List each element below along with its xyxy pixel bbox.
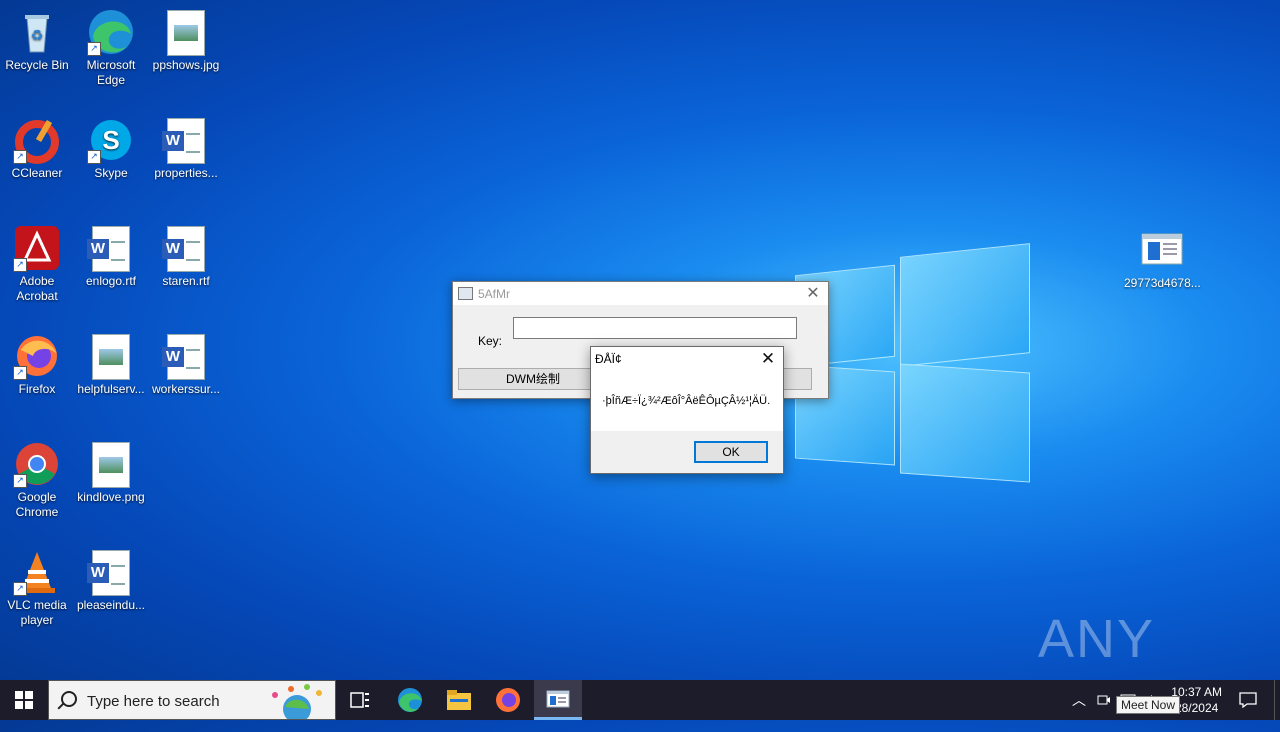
desktop-icon-label: kindlove.png <box>77 490 145 504</box>
ccleaner-icon: ↗ <box>13 116 61 164</box>
meet-now-tooltip: Meet Now <box>1116 696 1181 714</box>
firefox-icon <box>496 688 520 712</box>
task-view-button[interactable] <box>338 680 382 720</box>
meet-now-icon[interactable] <box>1094 680 1114 720</box>
desktop-icon-label: Recycle Bin <box>5 58 69 72</box>
taskbar-file-explorer-button[interactable] <box>437 680 481 720</box>
desktop-icon-label: Microsoft Edge <box>86 58 136 87</box>
image-file-icon <box>167 10 205 56</box>
desktop-icon-workerssur[interactable]: W workerssur... <box>149 332 223 397</box>
desktop-icon-ppshows[interactable]: ppshows.jpg <box>149 8 223 73</box>
task-view-icon <box>350 692 369 708</box>
desktop-icon-vlc[interactable]: ↗ VLC media player <box>0 548 74 628</box>
desktop-icon-properties[interactable]: W properties... <box>149 116 223 181</box>
edge-icon: ↗ <box>87 8 135 56</box>
app-window-icon <box>458 287 473 300</box>
image-file-icon <box>92 334 130 380</box>
desktop-icon-firefox[interactable]: ↗ Firefox <box>0 332 74 397</box>
exe-file-icon <box>1138 226 1186 274</box>
windows-start-icon <box>15 691 33 709</box>
desktop-icon-label: VLC media player <box>7 598 67 627</box>
desktop-icon-label: CCleaner <box>11 166 63 180</box>
recycle-bin-icon: ♻ <box>13 8 61 56</box>
dialog-title: ÐÅÏ¢ <box>595 352 622 366</box>
desktop-icon-chrome[interactable]: ↗ Google Chrome <box>0 440 74 520</box>
taskbar: Type here to search ︿ 10:37 AM 28/2024 <box>0 680 1280 720</box>
desktop-icon-kindlove[interactable]: kindlove.png <box>74 440 148 505</box>
word-doc-icon: W <box>162 118 205 164</box>
desktop-icon-29773d4678[interactable]: 29773d4678... <box>1124 226 1201 291</box>
app-window-icon <box>546 690 570 707</box>
desktop-icon-edge[interactable]: ↗ Microsoft Edge <box>74 8 148 88</box>
skype-icon: S ↗ <box>87 116 135 164</box>
dwm-draw-button[interactable]: DWM绘制 <box>458 368 608 390</box>
svg-text:♻: ♻ <box>31 28 44 44</box>
chrome-icon: ↗ <box>13 440 61 488</box>
show-desktop-button[interactable] <box>1274 680 1280 720</box>
firefox-icon: ↗ <box>13 332 61 380</box>
taskbar-search-box[interactable]: Type here to search <box>48 680 336 720</box>
desktop-icon-label: enlogo.rtf <box>85 274 137 288</box>
desktop-icon-helpfulserv[interactable]: helpfulserv... <box>74 332 148 397</box>
desktop-icon-acrobat[interactable]: ↗ Adobe Acrobat <box>0 224 74 304</box>
desktop-icon-label: ppshows.jpg <box>152 58 220 72</box>
word-doc-icon: W <box>87 550 130 596</box>
message-dialog: ÐÅÏ¢ ✕ ·þÎñÆ÷Ï¿¾²ÆôÎ°ÂëÊÔµÇÂ½¹¦ÄÜ. OK <box>590 346 784 474</box>
search-placeholder: Type here to search <box>87 693 220 710</box>
app-window-titlebar[interactable]: 5AfMr ✕ <box>453 282 828 305</box>
desktop-icon-label: Adobe Acrobat <box>16 274 58 303</box>
desktop-icon-label: pleaseindu... <box>76 598 146 612</box>
desktop-icon-label: helpfulserv... <box>77 382 145 396</box>
dialog-message: ·þÎñÆ÷Ï¿¾²ÆôÎ°ÂëÊÔµÇÂ½¹¦ÄÜ. <box>602 395 771 407</box>
word-doc-icon: W <box>87 226 130 272</box>
desktop-icon-label: Skype <box>94 166 128 180</box>
desktop-icon-staren[interactable]: W staren.rtf <box>149 224 223 289</box>
key-label: Key: <box>478 334 503 348</box>
key-input[interactable] <box>513 317 797 339</box>
dialog-footer: OK <box>591 431 783 473</box>
start-button[interactable] <box>0 680 48 720</box>
dialog-close-button[interactable]: ✕ <box>757 348 779 370</box>
app-window-close-button[interactable]: ✕ <box>798 282 828 305</box>
search-icon <box>61 691 77 707</box>
desktop-icon-enlogo[interactable]: W enlogo.rtf <box>74 224 148 289</box>
vlc-icon: ↗ <box>13 548 61 596</box>
taskbar-edge-button[interactable] <box>388 680 432 720</box>
desktop-icon-label: staren.rtf <box>162 274 210 288</box>
svg-text:S: S <box>102 125 119 155</box>
desktop-icon-ccleaner[interactable]: ↗ CCleaner <box>0 116 74 181</box>
edge-icon <box>398 688 422 712</box>
ok-button[interactable]: OK <box>694 441 768 463</box>
folder-icon <box>447 690 471 710</box>
image-file-icon <box>92 442 130 488</box>
desktop-icon-label: workerssur... <box>151 382 220 396</box>
desktop-icon-pleaseindu[interactable]: W pleaseindu... <box>74 548 148 613</box>
windows-logo-wallpaper <box>795 240 1030 483</box>
app-window-title: 5AfMr <box>478 287 511 301</box>
word-doc-icon: W <box>162 226 205 272</box>
search-highlight-doodle-icon <box>272 684 322 719</box>
desktop-icon-label: Firefox <box>18 382 56 396</box>
desktop-icon-label: Google Chrome <box>15 490 59 519</box>
action-center-button[interactable] <box>1228 680 1268 720</box>
desktop-icon-recycle-bin[interactable]: ♻ Recycle Bin <box>0 8 74 73</box>
taskbar-active-app-button[interactable] <box>534 680 582 720</box>
show-hidden-icons-chevron-icon[interactable]: ︿ <box>1068 680 1090 720</box>
notification-icon <box>1239 692 1257 708</box>
acrobat-icon: ↗ <box>13 224 61 272</box>
taskbar-firefox-button[interactable] <box>486 680 530 720</box>
desktop-icon-label: properties... <box>154 166 218 180</box>
desktop-icon-skype[interactable]: S ↗ Skype <box>74 116 148 181</box>
desktop-icon-label: 29773d4678... <box>1124 276 1201 290</box>
word-doc-icon: W <box>162 334 205 380</box>
